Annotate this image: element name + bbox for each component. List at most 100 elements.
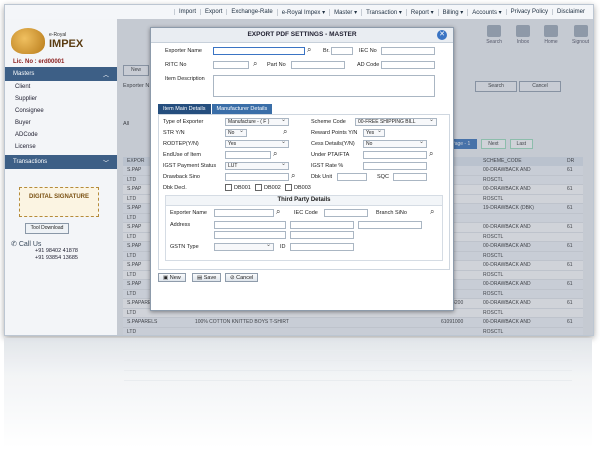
sidebar-item-supplier[interactable]: Supplier — [5, 93, 117, 105]
tp-exporter-input[interactable] — [214, 209, 274, 217]
under-pta-label: Under PTA/FTA — [311, 152, 350, 158]
search-icon[interactable]: ⌕ — [273, 149, 277, 159]
top-navigation: Import Export Exchange-Rate e-Royal Impex ▾… — [5, 5, 593, 20]
item-desc-textarea[interactable] — [213, 75, 435, 97]
reward-label: Reward Points Y/N — [311, 130, 358, 136]
sidebar-transactions-header[interactable]: Transactions ﹀ — [5, 155, 117, 169]
digital-signature-banner[interactable]: DIGITAL SIGNATURE — [19, 187, 99, 217]
tp-address-input-4[interactable] — [214, 231, 286, 239]
tp-gstn-select[interactable] — [214, 242, 274, 251]
search-icon[interactable]: ⌕ — [291, 171, 295, 181]
tab-item-main-details[interactable]: Item Main Details — [158, 104, 212, 114]
item-main-details-panel: Type of Exporter Manufacture - ( F ) Sch… — [158, 114, 450, 270]
sqc-input[interactable] — [393, 173, 427, 181]
search-icon[interactable]: ⌕ — [307, 45, 311, 55]
igst-status-select[interactable]: LUT — [225, 161, 289, 170]
enduse-input[interactable] — [225, 151, 271, 159]
topnav-item[interactable]: Transaction ▾ — [361, 8, 406, 16]
topnav-item[interactable]: Privacy Policy — [505, 9, 552, 15]
topnav-item[interactable]: Master ▾ — [329, 8, 361, 16]
exporter-name-input[interactable] — [213, 47, 305, 55]
sidebar-item-buyer[interactable]: Buyer — [5, 117, 117, 129]
tp-address-input-1[interactable] — [214, 221, 286, 229]
sidebar-item-adcode[interactable]: ADCode — [5, 129, 117, 141]
tp-address-input-2[interactable] — [290, 221, 354, 229]
tp-branch-label: Branch SiNo — [376, 210, 407, 216]
sidebar-item-consignee[interactable]: Consignee — [5, 105, 117, 117]
sidebar-item-license[interactable]: License — [5, 141, 117, 153]
tab-manufacturer-details[interactable]: Manufacturer Details — [211, 104, 274, 114]
tp-address-input-5[interactable] — [290, 231, 354, 239]
chevron-down-icon: ﹀ — [102, 160, 109, 167]
save-button[interactable]: ▤ Save — [192, 273, 222, 282]
tp-address-label: Address — [170, 222, 191, 228]
db003-checkbox[interactable]: DB003 — [285, 184, 311, 191]
phone-number-1: +91 98402 41878 — [35, 248, 78, 254]
tp-id-input[interactable] — [290, 243, 354, 251]
br-label: Br. — [323, 48, 330, 54]
drawback-input[interactable] — [225, 173, 289, 181]
scheme-code-label: Scheme Code — [311, 119, 346, 125]
dbk-unit-label: Dbk Unit — [311, 174, 333, 180]
tp-id-label: ID — [280, 244, 286, 250]
modal-title: EXPORT PDF SETTINGS - MASTER — [151, 28, 453, 43]
igst-rate-input[interactable] — [363, 162, 427, 170]
topnav-item[interactable]: e-Royal Impex ▾ — [276, 8, 329, 16]
cess-select[interactable]: No — [363, 139, 427, 148]
app-window: Import Export Exchange-Rate e-Royal Impex ▾… — [4, 4, 594, 336]
brand-name: IMPEX — [49, 38, 84, 50]
exporter-name-label: Exporter Name — [165, 48, 202, 54]
chevron-up-icon: ︿ — [102, 72, 109, 79]
topnav-item[interactable]: Report ▾ — [405, 8, 438, 16]
search-icon[interactable]: ⌕ — [253, 59, 257, 69]
close-icon[interactable]: ✕ — [437, 30, 447, 40]
tp-iec-label: IEC Code — [294, 210, 318, 216]
search-icon[interactable]: ⌕ — [429, 149, 433, 159]
cancel-button[interactable]: ⊘ Cancel — [225, 273, 259, 282]
part-input[interactable] — [291, 61, 345, 69]
str-label: STR Y/N — [163, 130, 185, 136]
br-input[interactable] — [331, 47, 353, 55]
tool-download-button[interactable]: Tool Download — [25, 223, 69, 234]
reflection — [4, 338, 592, 448]
sidebar: e-Royal IMPEX Lic. No : erd00001 Masters… — [5, 19, 118, 335]
topnav-item[interactable]: Accounts ▾ — [467, 8, 505, 16]
ritc-input[interactable] — [213, 61, 249, 69]
type-exporter-select[interactable]: Manufacture - ( F ) — [225, 117, 289, 126]
sidebar-item-client[interactable]: Client — [5, 81, 117, 93]
logo-emblem-icon — [11, 28, 45, 54]
search-icon[interactable]: ⌕ — [430, 207, 434, 217]
third-party-title: Third Party Details — [166, 196, 442, 206]
reward-select[interactable]: Yes — [363, 128, 385, 137]
dbk-unit-input[interactable] — [337, 173, 367, 181]
brand-logo: e-Royal IMPEX — [5, 19, 117, 63]
tp-address-input-3[interactable] — [358, 221, 422, 229]
iec-input[interactable] — [381, 47, 435, 55]
topnav-item[interactable]: Disclaimer — [551, 9, 589, 15]
scheme-code-select[interactable]: 00-FREE SHIPPING BILL — [355, 117, 437, 126]
export-pdf-settings-modal: EXPORT PDF SETTINGS - MASTER ✕ Exporter … — [150, 27, 454, 311]
under-pta-input[interactable] — [363, 151, 427, 159]
sqc-label: SQC — [377, 174, 389, 180]
new-button[interactable]: ▣ New — [158, 273, 186, 282]
topnav-item[interactable]: Import — [174, 9, 200, 15]
igst-status-label: IGST Payment Status — [163, 163, 217, 169]
db002-checkbox[interactable]: DB002 — [255, 184, 281, 191]
ad-code-input[interactable] — [381, 61, 435, 69]
igst-rate-label: IGST Rate % — [311, 163, 344, 169]
call-us-label: Call Us — [18, 241, 42, 248]
search-icon[interactable]: ⌕ — [276, 207, 280, 217]
ritc-label: RITC No — [165, 62, 187, 68]
rodtep-select[interactable]: Yes — [225, 139, 289, 148]
str-select[interactable]: No — [225, 128, 247, 137]
db001-checkbox[interactable]: DB001 — [225, 184, 251, 191]
tp-iec-input[interactable] — [324, 209, 368, 217]
search-icon[interactable]: ⌕ — [283, 127, 287, 137]
save-icon: ▤ — [197, 275, 204, 281]
topnav-item[interactable]: Export — [200, 9, 226, 15]
topnav-item[interactable]: Billing ▾ — [437, 8, 468, 16]
third-party-details: Third Party Details Exporter Name ⌕ IEC … — [165, 195, 443, 261]
topnav-item[interactable]: Exchange-Rate — [226, 9, 276, 15]
sidebar-masters-header[interactable]: Masters ︿ — [5, 67, 117, 81]
license-number: Lic. No : erd00001 — [13, 59, 65, 65]
